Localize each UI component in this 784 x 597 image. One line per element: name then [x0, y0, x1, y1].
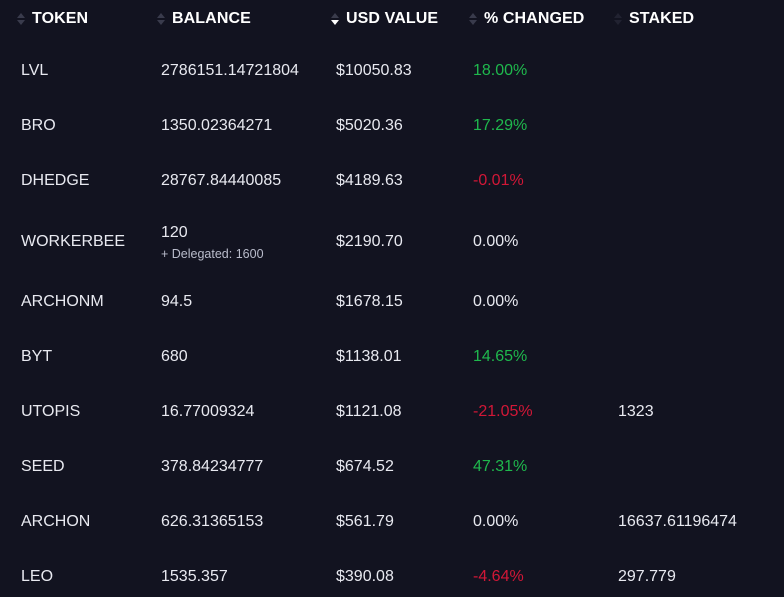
table-row[interactable]: LVL 2786151.14721804 $10050.83 18.00%	[0, 38, 784, 93]
token-usd-value: $561.79	[336, 513, 394, 530]
token-usd-value: $674.52	[336, 458, 394, 475]
token-balance: 2786151.14721804	[161, 62, 299, 79]
token-balance: 378.84234777	[161, 458, 264, 475]
token-percent-changed: 47.31%	[473, 458, 528, 475]
token-staked: 1323	[618, 403, 654, 420]
token-percent-changed: 18.00%	[473, 62, 528, 79]
column-header-token[interactable]: TOKEN	[16, 9, 88, 29]
column-header-usd-value[interactable]: USD VALUE	[330, 9, 438, 29]
token-percent-changed: 0.00%	[473, 233, 519, 250]
token-balance: 1350.02364271	[161, 117, 273, 134]
token-symbol: BYT	[21, 348, 53, 365]
token-balance: 94.5	[161, 293, 193, 310]
token-symbol: ARCHON	[21, 513, 91, 530]
table-row[interactable]: LEO 1535.357 $390.08 -4.64% 297.779	[0, 546, 784, 597]
column-header-label: STAKED	[629, 10, 695, 27]
sort-desc-icon	[330, 10, 340, 28]
table-row[interactable]: ARCHONM 94.5 $1678.15 0.00%	[0, 271, 784, 326]
token-symbol: DHEDGE	[21, 172, 90, 189]
token-balance: 626.31365153	[161, 513, 264, 530]
token-balance-table: TOKEN BALANCE USD VALUE % CHANGED STAKED	[0, 0, 784, 597]
token-balance: 16.77009324	[161, 403, 255, 420]
token-percent-changed: -21.05%	[473, 403, 533, 420]
token-balance: 28767.84440085	[161, 172, 282, 189]
token-percent-changed: 0.00%	[473, 293, 519, 310]
token-percent-changed: -0.01%	[473, 172, 524, 189]
table-row[interactable]: BYT 680 $1138.01 14.65%	[0, 326, 784, 381]
table-row[interactable]: UTOPIS 16.77009324 $1121.08 -21.05% 1323	[0, 381, 784, 436]
column-header-label: BALANCE	[172, 10, 251, 27]
token-balance: 120	[161, 224, 188, 241]
token-balance: 680	[161, 348, 188, 365]
token-staked: 297.779	[618, 568, 676, 585]
token-usd-value: $1121.08	[336, 403, 402, 420]
token-percent-changed: 17.29%	[473, 117, 528, 134]
token-balance: 1535.357	[161, 568, 228, 585]
token-percent-changed: 14.65%	[473, 348, 528, 365]
column-header-label: % CHANGED	[484, 10, 585, 27]
column-header-label: USD VALUE	[346, 10, 439, 27]
token-usd-value: $390.08	[336, 568, 394, 585]
sort-icon	[613, 10, 623, 28]
table-row[interactable]: ARCHON 626.31365153 $561.79 0.00% 16637.…	[0, 491, 784, 546]
token-usd-value: $10050.83	[336, 62, 412, 79]
token-symbol: UTOPIS	[21, 403, 81, 420]
token-percent-changed: 0.00%	[473, 513, 519, 530]
column-header-staked[interactable]: STAKED	[613, 9, 694, 29]
sort-icon	[468, 10, 478, 28]
token-symbol: LVL	[21, 62, 49, 79]
table-row[interactable]: DHEDGE 28767.84440085 $4189.63 -0.01%	[0, 148, 784, 203]
table-row[interactable]: WORKERBEE 120 + Delegated: 1600 $2190.70…	[0, 203, 784, 271]
table-header: TOKEN BALANCE USD VALUE % CHANGED STAKED	[0, 0, 784, 38]
sort-icon	[156, 10, 166, 28]
token-symbol: LEO	[21, 568, 54, 585]
column-header-label: TOKEN	[32, 10, 89, 27]
token-staked: 16637.61196474	[618, 513, 737, 530]
column-header-balance[interactable]: BALANCE	[156, 9, 251, 29]
token-usd-value: $4189.63	[336, 172, 403, 189]
table-row[interactable]: SEED 378.84234777 $674.52 47.31%	[0, 436, 784, 491]
token-symbol: BRO	[21, 117, 56, 134]
token-usd-value: $1678.15	[336, 293, 403, 310]
token-percent-changed: -4.64%	[473, 568, 524, 585]
token-symbol: WORKERBEE	[21, 233, 126, 250]
token-usd-value: $5020.36	[336, 117, 403, 134]
token-usd-value: $1138.01	[336, 348, 402, 365]
token-usd-value: $2190.70	[336, 233, 403, 250]
table-row[interactable]: BRO 1350.02364271 $5020.36 17.29%	[0, 93, 784, 148]
token-symbol: ARCHONM	[21, 293, 104, 310]
delegated-amount: + Delegated: 1600	[161, 247, 264, 261]
column-header-percent-changed[interactable]: % CHANGED	[468, 9, 584, 29]
token-symbol: SEED	[21, 458, 65, 475]
sort-icon	[16, 10, 26, 28]
